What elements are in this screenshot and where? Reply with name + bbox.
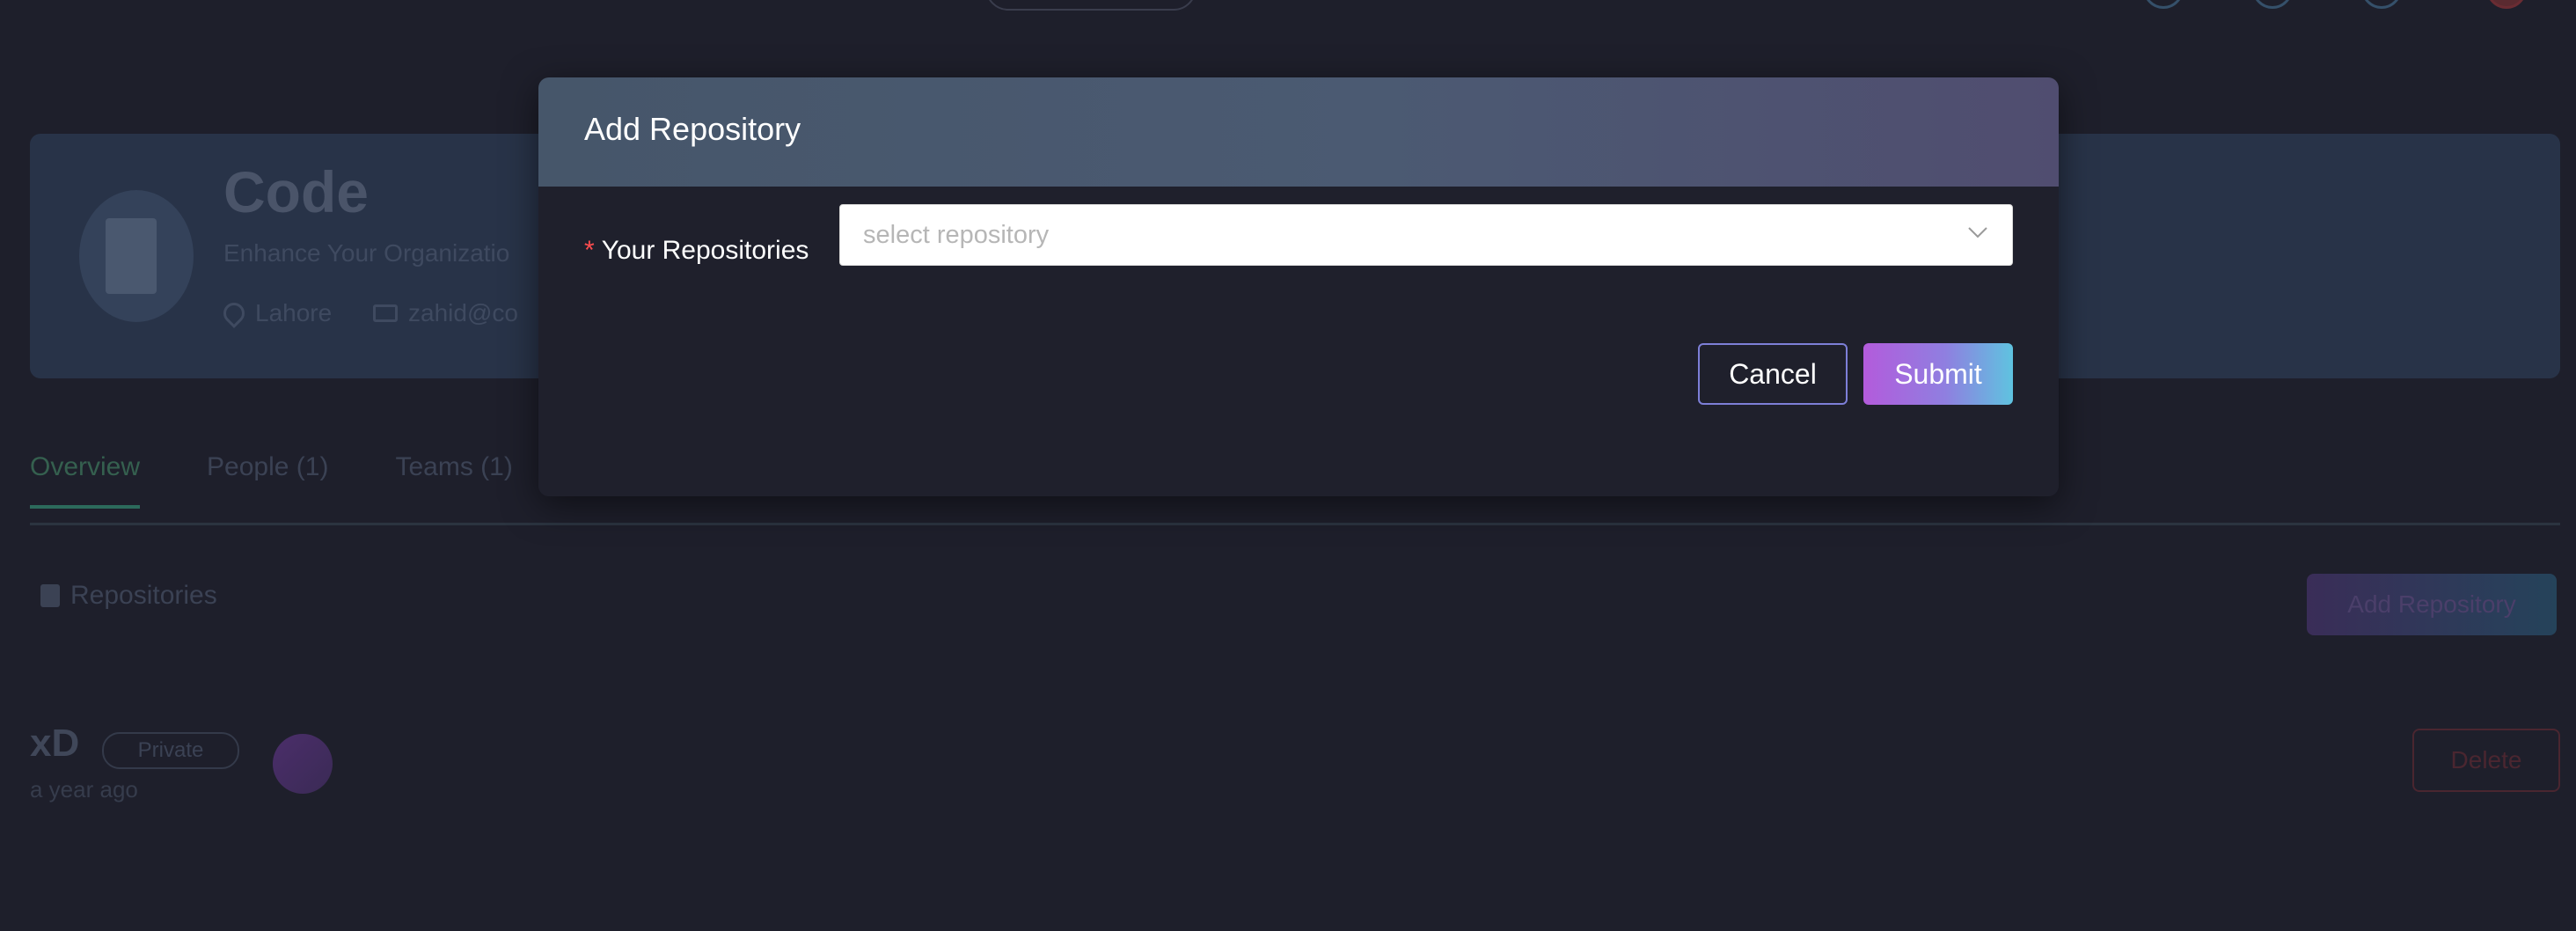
top-search-pill: [985, 0, 1197, 11]
repository-updated-time: a year ago: [30, 776, 138, 803]
organization-name: Code: [223, 159, 369, 224]
tab-people: People (1): [207, 452, 328, 509]
header-icon-button: [2252, 0, 2293, 9]
tab-overview-label: Overview: [30, 452, 141, 481]
tab-teams-count: (1): [480, 452, 513, 481]
org-tabs: Overview People (1) Teams (1): [30, 452, 580, 509]
repository-select-placeholder: select repository: [863, 221, 1050, 249]
repositories-field-label: * Your Repositories: [584, 236, 809, 266]
location-pin-icon: [219, 298, 249, 328]
add-repository-button: Add Repository: [2307, 574, 2557, 635]
repository-row: xD Private a year ago Delete: [30, 722, 2560, 810]
tab-teams-label: Teams: [395, 452, 473, 481]
user-avatar: [2486, 0, 2527, 9]
location-text: Lahore: [255, 299, 333, 326]
tab-people-count: (1): [296, 452, 329, 481]
header-icon-button: [2361, 0, 2402, 9]
tab-people-label: People: [207, 452, 289, 481]
tab-teams: Teams (1): [395, 452, 512, 509]
repositories-section-title: Repositories: [40, 581, 217, 611]
modal-title: Add Repository: [584, 111, 801, 147]
document-icon: [106, 218, 157, 294]
chevron-down-icon: [1968, 227, 1987, 238]
repository-select[interactable]: select repository: [839, 204, 2013, 266]
cancel-button[interactable]: Cancel: [1698, 343, 1848, 405]
organization-email: zahid@co: [373, 299, 518, 327]
required-indicator: *: [584, 236, 595, 265]
organization-tagline: Enhance Your Organizatio: [223, 239, 510, 267]
visibility-badge: Private: [102, 732, 239, 769]
organization-location: Lahore: [219, 298, 333, 328]
repository-name: xD: [30, 722, 80, 765]
repositories-heading: Repositories: [70, 581, 217, 610]
header-icon-button: [2143, 0, 2184, 9]
submit-button[interactable]: Submit: [1863, 343, 2013, 405]
repositories-label-text: Your Repositories: [601, 236, 809, 265]
repository-icon: [40, 584, 60, 607]
organization-logo: [79, 190, 194, 322]
tab-overview: Overview: [30, 452, 141, 509]
contributor-avatar: [273, 734, 333, 794]
mail-icon: [373, 304, 398, 322]
tabs-divider: [30, 523, 2560, 525]
delete-repository-button: Delete: [2412, 729, 2560, 792]
add-repository-modal: Add Repository * Your Repositories select…: [538, 77, 2059, 496]
email-text: zahid@co: [408, 299, 518, 326]
modal-header: Add Repository: [538, 77, 2059, 187]
